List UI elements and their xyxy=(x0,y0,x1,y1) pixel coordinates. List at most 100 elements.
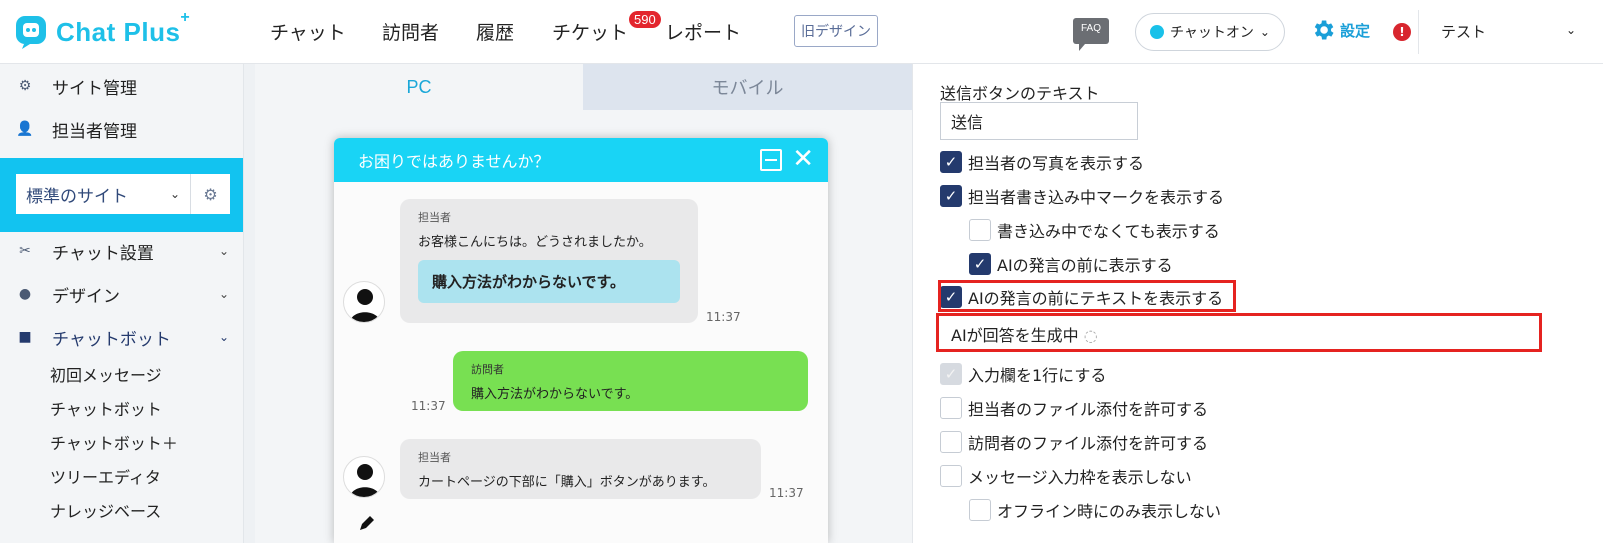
option-hide-message-input[interactable]: メッセージ入力枠を表示しない xyxy=(940,464,1192,488)
person-icon xyxy=(350,289,380,322)
option-label: オフライン時にのみ表示しない xyxy=(997,502,1222,521)
checkbox-unchecked[interactable] xyxy=(969,219,991,241)
quick-reply-button[interactable]: 購入方法がわからないです。 xyxy=(418,260,680,303)
old-design-button[interactable]: 旧デザイン xyxy=(794,15,878,47)
highlight-box xyxy=(938,280,1236,312)
chat-bubbles-icon: ■ xyxy=(18,329,32,345)
option-show-typing-mark[interactable]: ✓ 担当者書き込み中マークを表示する xyxy=(940,184,1224,208)
visitor-message: 訪問者 購入方法がわからないです。 xyxy=(453,351,808,411)
option-label: 担当者の写真を表示する xyxy=(968,154,1145,173)
sidebar-scrollbar[interactable] xyxy=(243,64,255,543)
user-menu[interactable]: テスト xyxy=(1441,21,1486,42)
tab-pc[interactable]: PC xyxy=(255,64,583,110)
chatplus-logo[interactable]: Chat Plus+ xyxy=(14,8,191,52)
ai-generating-text-input[interactable]: AIが回答を生成中 ◌ xyxy=(951,322,1098,346)
sidebar-item-label: チャットボット xyxy=(52,329,171,350)
divider xyxy=(1418,10,1419,54)
chevron-down-icon: ⌄ xyxy=(1259,25,1270,39)
option-operator-file-attach[interactable]: 担当者のファイル添付を許可する xyxy=(940,396,1208,420)
sidebar-subitem-chatbot-plus[interactable]: チャットボット＋ xyxy=(50,430,178,454)
checkbox-unchecked[interactable] xyxy=(940,397,962,419)
option-label: AIの発言の前に表示する xyxy=(997,256,1173,275)
message-time: 11:37 xyxy=(706,310,741,324)
site-select-value: 標準のサイト xyxy=(26,186,128,207)
sidebar-subitem-knowledge-base[interactable]: ナレッジベース xyxy=(50,498,161,522)
settings-panel: 送信ボタンのテキスト 送信 ✓ 担当者の写真を表示する ✓ 担当者書き込み中マー… xyxy=(912,64,1603,543)
sidebar-subitem-tree-editor[interactable]: ツリーエディタ xyxy=(50,464,161,488)
tab-mobile[interactable]: モバイル xyxy=(583,64,912,110)
site-settings-gear-icon[interactable]: ⚙ xyxy=(190,174,230,214)
option-show-before-ai[interactable]: ✓ AIの発言の前に表示する xyxy=(969,252,1173,276)
settings-label: 設定 xyxy=(1340,21,1371,40)
operator-avatar xyxy=(343,281,385,323)
sender-name: 訪問者 xyxy=(471,363,504,376)
option-show-operator-photo[interactable]: ✓ 担当者の写真を表示する xyxy=(940,150,1144,174)
checkbox-checked[interactable]: ✓ xyxy=(940,185,962,207)
chat-status-label: チャットオン xyxy=(1170,25,1254,41)
send-button-text-input[interactable]: 送信 xyxy=(940,102,1138,140)
chevron-down-icon: ⌄ xyxy=(218,244,229,258)
message-text: 購入方法がわからないです。 xyxy=(471,387,639,402)
gear-icon xyxy=(1314,20,1334,40)
nav-reports[interactable]: レポート xyxy=(665,18,741,45)
gears-icon: ⚙ xyxy=(18,78,32,94)
chevron-down-icon: ⌄ xyxy=(169,187,180,201)
chat-status-toggle[interactable]: チャットオン ⌄ xyxy=(1135,13,1285,51)
sidebar-item-label: デザイン xyxy=(52,286,120,307)
chat-widget-preview: お困りではありませんか？ ✕ 担当者 お客様こんにちは。どうされましたか。 購入… xyxy=(334,138,828,543)
checkbox-checked[interactable]: ✓ xyxy=(940,151,962,173)
sender-name: 担当者 xyxy=(418,451,451,464)
sidebar-subitem-first-message[interactable]: 初回メッセージ xyxy=(50,362,162,386)
nav-chat[interactable]: チャット xyxy=(270,18,346,45)
sidebar-item-chatbot[interactable]: ■ チャットボット ⌄ xyxy=(0,320,243,354)
settings-link[interactable]: 設定 xyxy=(1310,17,1370,43)
minimize-icon[interactable] xyxy=(760,149,782,171)
checkbox-unchecked[interactable] xyxy=(940,431,962,453)
option-hide-offline-only[interactable]: オフライン時にのみ表示しない xyxy=(969,498,1221,522)
sidebar-item-site-management[interactable]: ⚙ サイト管理 xyxy=(0,69,243,103)
message-time: 11:37 xyxy=(411,399,446,413)
sidebar: ⚙ サイト管理 👤 担当者管理 標準のサイト ⌄ ⚙ ✂ チャット設置 ⌄ ● … xyxy=(0,64,248,543)
nav-history[interactable]: 履歴 xyxy=(476,18,514,45)
top-navbar: Chat Plus+ チャット 訪問者 履歴 チケット 590 レポート 旧デザ… xyxy=(0,0,1603,64)
close-icon[interactable]: ✕ xyxy=(792,144,814,174)
sidebar-item-operator-management[interactable]: 👤 担当者管理 xyxy=(0,112,243,146)
logo-text: Chat Plus+ xyxy=(56,8,191,47)
user-gear-icon: 👤 xyxy=(16,121,34,137)
faq-icon[interactable]: FAQ xyxy=(1073,18,1109,51)
widget-header: お困りではありませんか？ ✕ xyxy=(334,138,828,182)
palette-icon: ● xyxy=(18,286,32,302)
sender-name: 担当者 xyxy=(418,211,451,224)
checkbox-unchecked[interactable] xyxy=(969,499,991,521)
sidebar-item-label: サイト管理 xyxy=(52,78,137,99)
option-label: 入力欄を1行にする xyxy=(968,366,1107,385)
operator-avatar xyxy=(343,456,385,498)
option-visitor-file-attach[interactable]: 訪問者のファイル添付を許可する xyxy=(940,430,1208,454)
option-label: 担当者書き込み中マークを表示する xyxy=(968,188,1225,207)
preview-panel: PC モバイル お困りではありませんか？ ✕ 担当者 お客様こんにちは。どうされ… xyxy=(255,64,912,543)
nav-visitors[interactable]: 訪問者 xyxy=(382,18,439,45)
logo-icon xyxy=(16,16,46,49)
ai-text-value: AIが回答を生成中 xyxy=(951,326,1079,345)
pencil-icon xyxy=(360,516,374,530)
widget-title: お困りではありませんか？ xyxy=(358,152,550,171)
sidebar-item-label: チャット設置 xyxy=(52,243,154,264)
nav-tickets[interactable]: チケット xyxy=(552,18,628,45)
option-show-when-not-typing[interactable]: 書き込み中でなくても表示する xyxy=(969,218,1220,242)
option-label: 訪問者のファイル添付を許可する xyxy=(968,434,1209,453)
chevron-down-icon[interactable]: ⌄ xyxy=(1566,23,1576,37)
checkbox-checked-disabled: ✓ xyxy=(940,363,962,385)
send-button-text-label: 送信ボタンのテキスト xyxy=(940,84,1100,103)
site-select[interactable]: 標準のサイト ⌄ xyxy=(16,174,190,214)
option-label: 担当者のファイル添付を許可する xyxy=(968,400,1209,419)
checkbox-unchecked[interactable] xyxy=(940,465,962,487)
sidebar-item-design[interactable]: ● デザイン ⌄ xyxy=(0,277,243,311)
status-dot-icon xyxy=(1150,25,1164,39)
alert-icon[interactable]: ! xyxy=(1393,23,1411,41)
sidebar-item-chat-setup[interactable]: ✂ チャット設置 ⌄ xyxy=(0,234,243,268)
person-icon xyxy=(350,464,380,497)
site-selector-panel: 標準のサイト ⌄ ⚙ xyxy=(0,158,248,232)
operator-message: 担当者 お客様こんにちは。どうされましたか。 購入方法がわからないです。 xyxy=(400,199,698,323)
checkbox-checked[interactable]: ✓ xyxy=(969,253,991,275)
sidebar-subitem-chatbot[interactable]: チャットボット xyxy=(50,396,162,420)
